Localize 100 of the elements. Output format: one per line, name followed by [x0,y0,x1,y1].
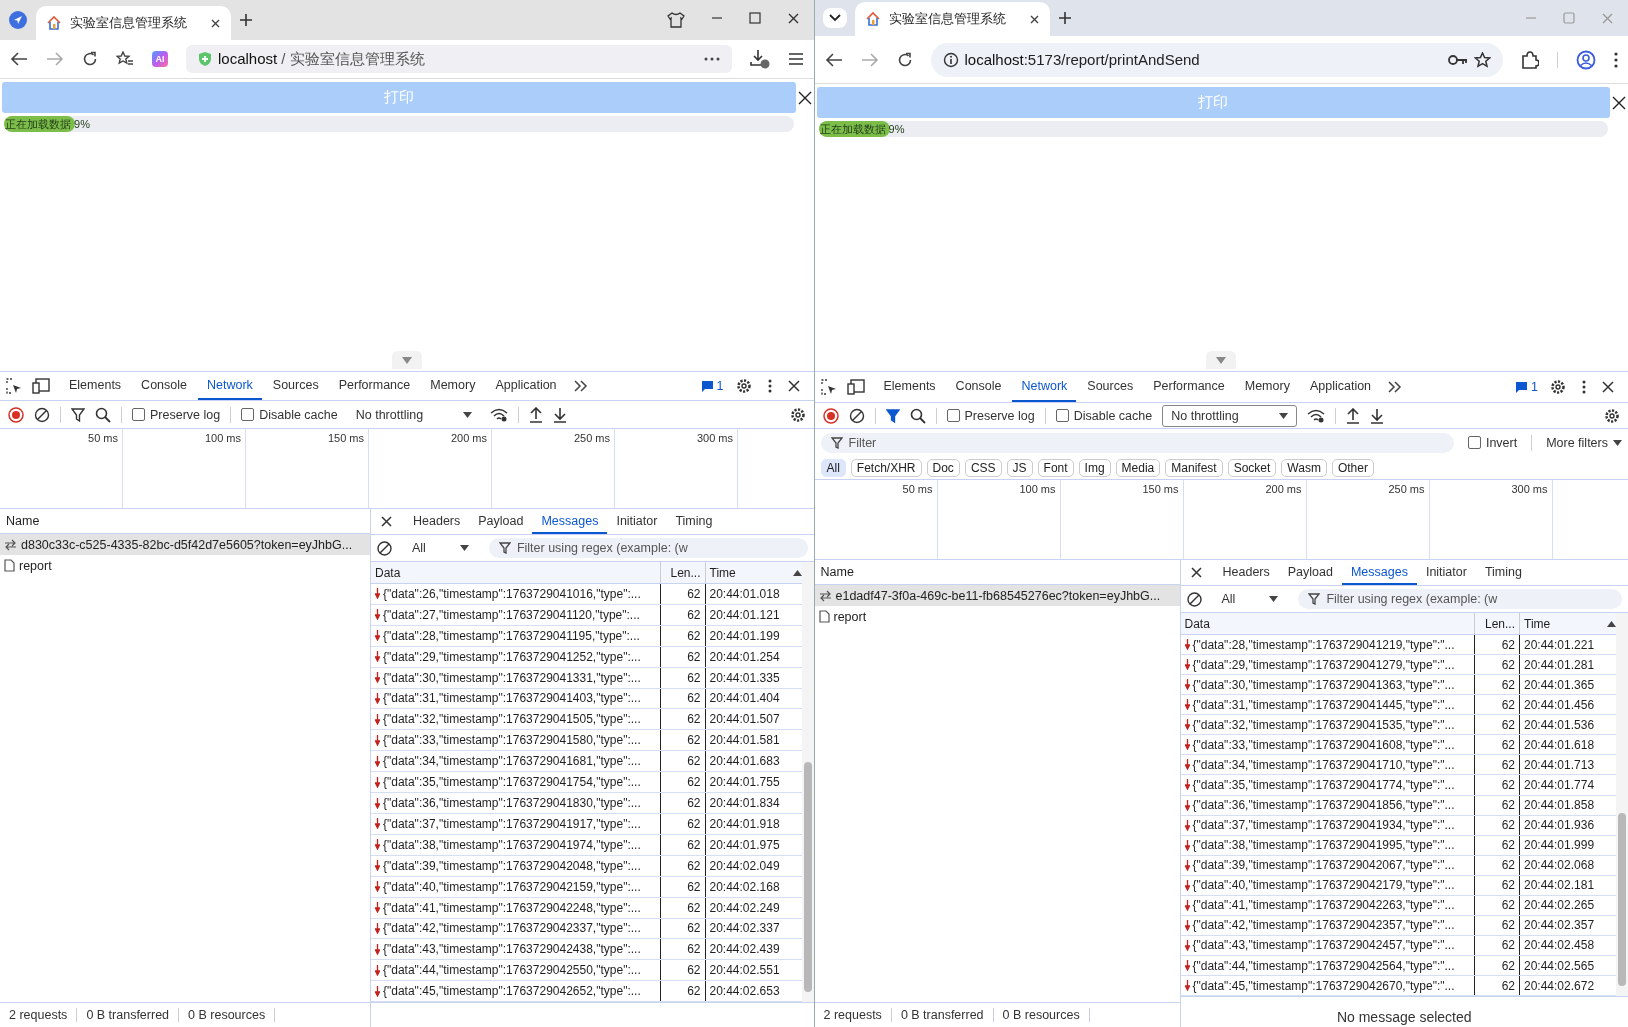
address-bar[interactable]: localhost / 实验室信息管理系统 [186,45,732,73]
filter-icon[interactable] [885,408,900,423]
scrollbar[interactable] [801,562,814,1002]
devtools-tab[interactable]: Memory [1235,372,1299,402]
close-tab-icon[interactable] [1028,13,1040,25]
reload-icon[interactable] [896,51,913,68]
scrollbar[interactable] [1616,613,1628,996]
upload-icon[interactable] [1345,407,1360,424]
bookmark-star-icon[interactable] [1474,51,1491,68]
type-filter-chip[interactable]: Manifest [1165,458,1223,477]
key-icon[interactable] [1448,53,1468,66]
type-filter-chip[interactable]: Socket [1227,458,1277,477]
clear-icon[interactable] [377,540,392,556]
preserve-log-checkbox[interactable]: Preserve log [132,407,221,422]
detail-tab[interactable]: Payload [1278,560,1342,585]
devtools-tab[interactable]: Console [946,372,1011,402]
type-filter-chip[interactable]: Img [1078,458,1111,477]
preserve-log-checkbox[interactable]: Preserve log [946,408,1035,423]
upload-icon[interactable] [529,406,544,423]
dock-handle-icon[interactable] [1206,351,1237,369]
record-icon[interactable] [822,407,839,424]
column-header[interactable]: Data [375,565,401,580]
dock-handle-icon[interactable] [391,351,422,369]
devtools-tab[interactable]: Performance [1144,372,1234,402]
maximize-icon[interactable] [748,12,761,24]
detail-tab[interactable]: Messages [1341,560,1417,585]
new-tab-icon[interactable] [239,13,253,27]
record-icon[interactable] [8,406,24,423]
detail-tab[interactable]: Initiator [1416,560,1476,585]
devtools-tab[interactable]: Network [1012,372,1077,402]
request-row[interactable]: d830c33c-c525-4335-82bc-d5f42d7e5605?token=eyJhbG... [0,534,370,555]
disable-cache-checkbox[interactable]: Disable cache [241,407,338,422]
request-row[interactable]: e1dadf47-3f0a-469c-be11-fb68545276ec?token=eyJhbG... [814,585,1180,606]
type-filter-chip[interactable]: CSS [964,458,1002,477]
more-icon[interactable] [703,57,720,61]
new-tab-icon[interactable] [1057,11,1072,25]
favorites-icon[interactable] [116,51,134,67]
detail-tab[interactable]: Initiator [607,509,667,534]
device-toolbar-icon[interactable] [846,379,865,395]
shirt-icon[interactable] [666,12,685,28]
devtools-tab[interactable]: Sources [1078,372,1143,402]
regex-filter-field[interactable]: Filter using regex (example: (w [488,538,808,558]
devtools-tab[interactable]: Memory [421,372,485,400]
more-filters-dropdown[interactable]: More filters [1546,435,1622,450]
type-filter-chip[interactable]: JS [1006,458,1033,477]
close-window-icon[interactable] [786,12,800,25]
disable-cache-checkbox[interactable]: Disable cache [1055,408,1153,423]
type-filter-chip[interactable]: Font [1037,458,1074,477]
download-icon[interactable] [553,406,568,423]
devtools-tab[interactable]: Elements [874,372,945,402]
regex-filter-field[interactable]: Filter using regex (example: (w [1298,589,1622,609]
search-icon[interactable] [909,407,926,424]
type-filter-chip[interactable]: Fetch/XHR [850,458,922,477]
network-conditions-icon[interactable] [1306,408,1325,423]
request-row[interactable]: report [814,606,1180,627]
filter-icon[interactable] [71,407,85,422]
message-type-dropdown[interactable]: All [404,538,477,558]
throttling-dropdown[interactable]: No throttling [347,404,481,425]
column-header[interactable]: Data [1184,616,1210,631]
close-icon[interactable] [1612,95,1626,110]
more-tabs-icon[interactable] [573,380,588,392]
profile-icon[interactable] [1576,49,1596,70]
detail-tab[interactable]: Timing [666,509,722,534]
close-icon[interactable] [1190,567,1202,578]
request-row[interactable]: report [0,555,370,576]
filter-field[interactable]: Filter [820,432,1454,453]
download-icon[interactable] [749,49,770,69]
devtools-tab[interactable]: Application [1300,372,1381,402]
reload-icon[interactable] [82,51,98,67]
close-icon[interactable] [381,516,392,527]
devtools-tab[interactable]: Application [486,372,566,400]
clear-icon[interactable] [34,406,50,423]
type-filter-chip[interactable]: Media [1115,458,1161,477]
kebab-menu-icon[interactable] [767,379,772,393]
detail-tab[interactable]: Timing [1475,560,1531,585]
device-toolbar-icon[interactable] [32,378,50,394]
settings-icon[interactable] [789,406,806,423]
address-bar[interactable]: localhost:5173/report/printAndSend [930,42,1503,77]
browser-tab[interactable]: 实验室信息管理系统 [854,2,1050,36]
detail-tab[interactable]: Headers [404,509,470,534]
menu-icon[interactable] [787,52,804,66]
devtools-tab[interactable]: Network [198,372,262,400]
clear-icon[interactable] [1186,591,1202,607]
download-icon[interactable] [1369,407,1384,424]
message-type-dropdown[interactable]: All [1213,589,1287,609]
throttling-dropdown[interactable]: No throttling [1162,404,1297,427]
detail-tab[interactable]: Payload [469,509,533,534]
close-icon[interactable] [787,380,800,392]
column-header[interactable]: Time [1524,616,1551,631]
devtools-tab[interactable]: Console [132,372,196,400]
column-header[interactable]: Len... [1484,616,1515,631]
detail-tab[interactable]: Headers [1213,560,1279,585]
compass-icon[interactable] [8,10,28,30]
close-icon[interactable] [797,90,812,105]
devtools-tab[interactable]: Elements [60,372,131,400]
settings-icon[interactable] [1550,379,1566,395]
detail-tab[interactable]: Messages [532,509,608,534]
kebab-menu-icon[interactable] [1582,380,1586,394]
tab-search-button[interactable] [822,8,847,28]
kebab-menu-icon[interactable] [1614,51,1618,68]
